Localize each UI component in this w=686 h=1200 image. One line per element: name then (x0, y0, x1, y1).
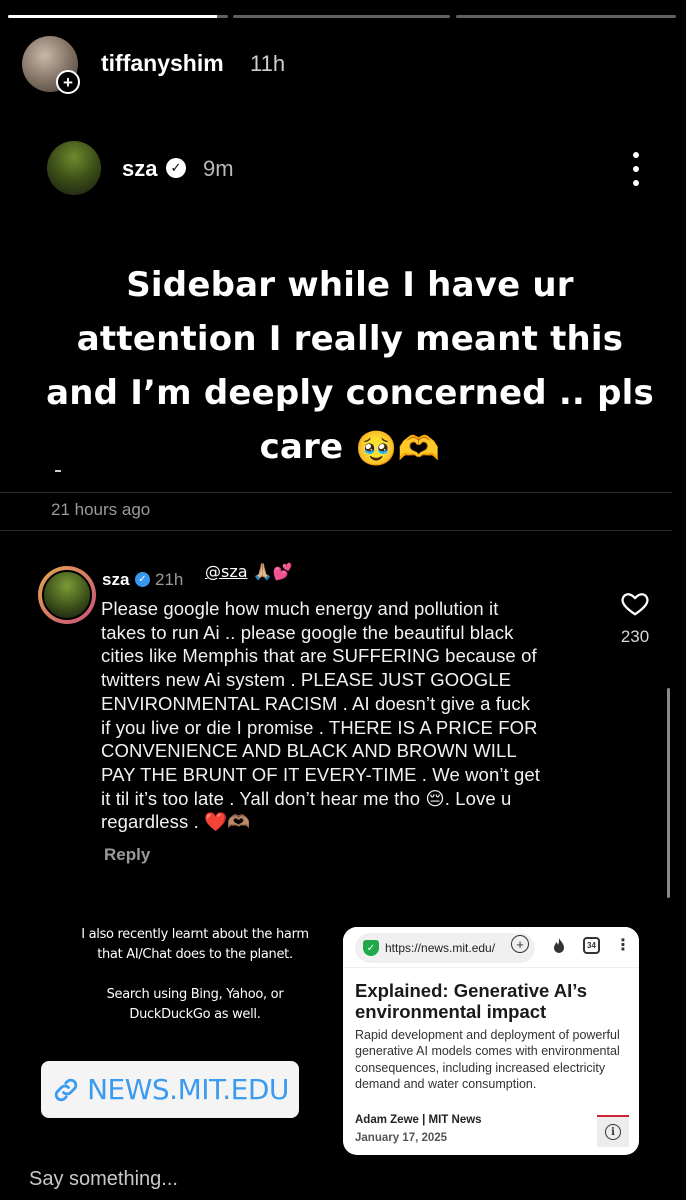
more-options-icon[interactable] (626, 152, 646, 186)
browser-toolbar: ✓ https://news.mit.edu/ + 34 ⋮ (343, 927, 639, 968)
article-description: Rapid development and deployment of powe… (355, 1028, 620, 1091)
poster-username[interactable]: tiffanyshim (101, 50, 224, 77)
story-progress-1 (8, 15, 228, 18)
article-screenshot: ✓ https://news.mit.edu/ + 34 ⋮ Explained… (343, 927, 639, 1155)
shared-post-text-body: Sidebar while I have ur attention I real… (46, 265, 654, 467)
shield-icon: ✓ (363, 940, 379, 956)
comment-avatar[interactable] (38, 566, 96, 624)
mention-sticker[interactable]: @sza 🙏🏼💕 (205, 562, 292, 581)
comment-username[interactable]: sza (102, 570, 129, 590)
follow-plus-icon[interactable]: + (56, 70, 80, 94)
comment-time: 21h (155, 570, 184, 589)
shared-post-avatar (47, 141, 101, 195)
post-timestamp: 21 hours ago (51, 500, 151, 519)
browser-menu-icon[interactable]: ⋮ (615, 935, 631, 955)
info-button[interactable]: i (597, 1115, 629, 1147)
comment-avatar-image (42, 570, 92, 620)
article-author: Adam Zewe | MIT News (355, 1114, 482, 1126)
shared-post-text: Sidebar while I have ur attention I real… (40, 258, 660, 476)
tabs-count-icon[interactable]: 34 (583, 937, 600, 954)
story-note-text: I also recently learnt about the harm th… (81, 927, 309, 1022)
verified-badge-icon: ✓ (135, 572, 150, 587)
verified-badge-icon: ✓ (166, 158, 186, 178)
like-count: 230 (620, 627, 650, 646)
link-sticker[interactable]: NEWS.MIT.EDU (41, 1061, 299, 1118)
new-tab-plus-icon[interactable]: + (511, 935, 529, 953)
article-title: Explained: Generative AI’s environmental… (355, 980, 588, 1022)
shared-post-time: 9m (203, 156, 234, 181)
mention-handle[interactable]: @sza (205, 562, 248, 581)
story-progress-2 (233, 15, 450, 18)
reply-button[interactable]: Reply (104, 845, 150, 865)
comment-text: Please google how much energy and pollut… (101, 598, 541, 833)
artifact-mark (55, 470, 61, 472)
message-input[interactable]: Say something... (29, 1168, 178, 1191)
story-progress-3 (456, 15, 676, 18)
poster-time: 11h (250, 51, 286, 76)
divider (0, 492, 672, 493)
article-date: January 17, 2025 (355, 1132, 448, 1144)
url-bar[interactable]: ✓ https://news.mit.edu/ (355, 933, 535, 963)
info-icon: i (605, 1124, 621, 1140)
link-icon (54, 1078, 78, 1101)
link-sticker-label[interactable]: NEWS.MIT.EDU (87, 1073, 289, 1106)
mention-emoji: 🙏🏼💕 (252, 562, 293, 581)
story-progress-fill (8, 15, 217, 18)
url-text[interactable]: https://news.mit.edu/ (385, 941, 495, 955)
divider (0, 530, 672, 531)
like-heart-icon[interactable] (620, 588, 650, 618)
shared-post-username: sza (122, 156, 158, 181)
scrollbar[interactable] (667, 688, 670, 898)
fire-icon[interactable] (551, 937, 567, 955)
shared-post-emoji: 🥹🫶 (355, 428, 441, 469)
